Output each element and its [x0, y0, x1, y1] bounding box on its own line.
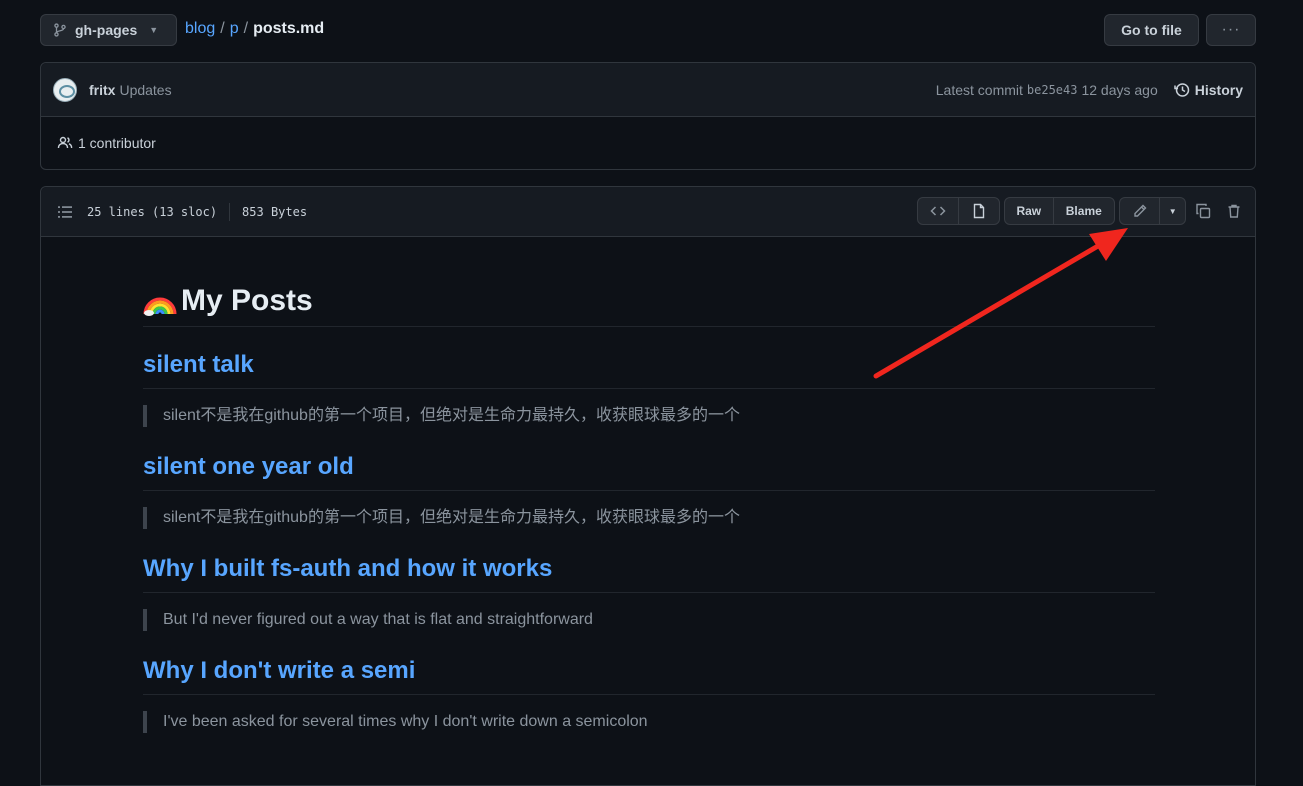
post-title-link[interactable]: Why I don't write a semi	[143, 657, 1155, 695]
people-icon	[57, 136, 73, 149]
file-info: 25 lines (13 sloc) 853 Bytes	[87, 202, 308, 221]
page-title-text: My Posts	[181, 283, 313, 317]
commit-message-link[interactable]: Updates	[119, 82, 171, 98]
edit-group: ▼	[1119, 197, 1186, 225]
history-label: History	[1194, 81, 1243, 98]
breadcrumb-file-name: posts.md	[253, 20, 325, 37]
chevron-down-icon: ▼	[1168, 206, 1177, 216]
view-mode-toggle	[917, 197, 1000, 225]
post-item: silent one year old silent不是我在github的第一个…	[143, 453, 1155, 529]
breadcrumb-repo-link[interactable]: blog	[185, 20, 215, 38]
file-size: 853 Bytes	[242, 204, 308, 219]
file-header: 25 lines (13 sloc) 853 Bytes Raw Blame ▼	[41, 187, 1255, 237]
edit-options-dropdown[interactable]: ▼	[1160, 198, 1185, 224]
history-icon	[1174, 82, 1190, 97]
list-icon[interactable]	[57, 204, 73, 220]
commit-age: 12 days ago	[1081, 81, 1158, 98]
file-viewer: 25 lines (13 sloc) 853 Bytes Raw Blame ▼…	[40, 186, 1256, 786]
post-excerpt: silent不是我在github的第一个项目，但绝对是生命力最持久，收获眼球最多…	[143, 507, 1155, 529]
history-link[interactable]: History	[1174, 82, 1243, 98]
divider	[229, 202, 231, 221]
copy-icon	[1196, 203, 1211, 219]
post-excerpt: I've been asked for several times why I …	[143, 711, 1155, 733]
breadcrumb: blog / p / posts.md	[185, 20, 324, 38]
avatar[interactable]	[53, 77, 77, 102]
contributors-count: 1 contributor	[78, 135, 156, 151]
branch-icon	[54, 23, 66, 37]
copy-raw-button[interactable]	[1195, 203, 1211, 224]
display-rendered-button[interactable]	[959, 198, 1000, 224]
file-icon	[973, 203, 984, 219]
post-title-link[interactable]: silent one year old	[143, 453, 1155, 491]
page-title: My Posts	[143, 283, 1155, 327]
commit-author-link[interactable]: fritx	[89, 82, 115, 98]
post-title-link[interactable]: silent talk	[143, 351, 1155, 389]
file-lines: 25 lines (13 sloc)	[87, 204, 218, 219]
breadcrumb-separator: /	[243, 20, 249, 37]
post-excerpt: But I'd never figured out a way that is …	[143, 609, 1155, 631]
post-item: Why I don't write a semi I've been asked…	[143, 657, 1155, 733]
pencil-icon	[1133, 204, 1147, 217]
commit-row: fritx Updates Latest commit be25e43 12 d…	[41, 63, 1255, 117]
raw-blame-group: Raw Blame	[1004, 197, 1115, 225]
post-item: Why I built fs-auth and how it works But…	[143, 555, 1155, 631]
go-to-file-button[interactable]: Go to file	[1104, 14, 1199, 46]
commit-sha-link[interactable]: be25e43	[1027, 83, 1078, 97]
edit-file-button[interactable]	[1120, 198, 1161, 224]
commit-meta: Latest commit be25e43 12 days ago Histor…	[936, 82, 1243, 98]
delete-file-button[interactable]	[1226, 203, 1242, 224]
breadcrumb-separator: /	[220, 20, 225, 37]
chevron-down-icon: ▼	[149, 25, 159, 35]
post-title-link[interactable]: Why I built fs-auth and how it works	[143, 555, 1155, 593]
post-item: silent talk silent不是我在github的第一个项目，但绝对是生…	[143, 351, 1155, 427]
file-navigation-bar: gh-pages ▼ blog / p / posts.md Go to fil…	[40, 14, 1256, 46]
trash-icon	[1228, 204, 1240, 218]
post-excerpt: silent不是我在github的第一个项目，但绝对是生命力最持久，收获眼球最多…	[143, 405, 1155, 427]
raw-button[interactable]: Raw	[1005, 198, 1054, 224]
display-source-button[interactable]	[918, 198, 959, 224]
branch-name: gh-pages	[75, 22, 138, 38]
latest-commit-box: fritx Updates Latest commit be25e43 12 d…	[40, 62, 1256, 170]
markdown-body: My Posts silent talk silent不是我在github的第一…	[143, 283, 1155, 759]
rainbow-icon	[143, 286, 177, 316]
code-icon	[930, 206, 946, 216]
contributors-row[interactable]: 1 contributor	[41, 117, 1255, 169]
latest-commit-label: Latest commit	[935, 81, 1023, 98]
more-options-button[interactable]: ···	[1206, 14, 1256, 46]
blame-button[interactable]: Blame	[1054, 198, 1114, 224]
branch-selector-button[interactable]: gh-pages ▼	[40, 14, 177, 46]
breadcrumb-dir-link[interactable]: p	[230, 20, 239, 38]
